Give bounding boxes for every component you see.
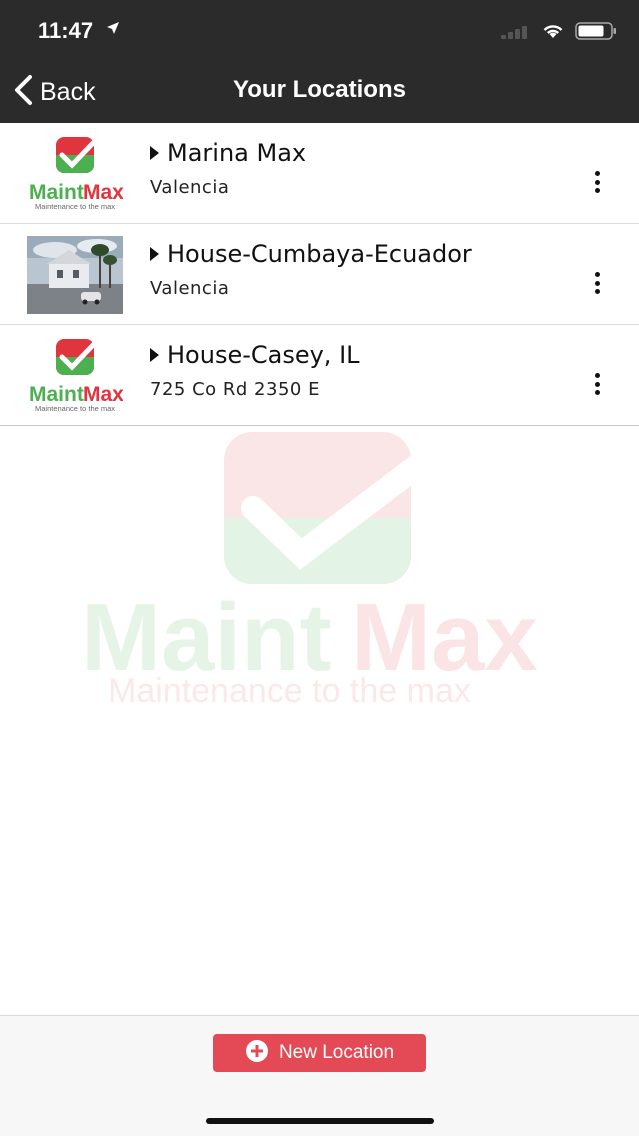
new-location-button[interactable]: New Location [213,1034,426,1072]
location-name: House-Casey, IL [150,341,360,369]
home-indicator[interactable] [206,1118,434,1124]
svg-text:Max: Max [83,383,123,406]
svg-text:Maint: Maint [29,383,84,406]
list-item[interactable]: Maint Max Maintenance to the max House-C… [0,325,639,426]
locations-list: Maint Max Maintenance to the max Marina … [0,123,639,426]
house-photo-thumbnail [27,236,123,314]
location-name: House-Cumbaya-Ecuador [150,240,472,268]
location-subtitle: Valencia [150,177,230,198]
location-subtitle: 725 Co Rd 2350 E [150,379,320,400]
signal-icon [501,24,531,43]
wifi-icon [541,23,565,43]
bottom-toolbar: New Location [0,1015,639,1136]
svg-text:Maintenance to the max: Maintenance to the max [35,202,115,211]
maintmax-logo-thumbnail: Maint Max Maintenance to the max [27,337,124,415]
svg-text:Maintenance to the max: Maintenance to the max [35,404,115,413]
more-options-icon[interactable] [591,171,603,193]
list-item[interactable]: House-Cumbaya-Ecuador Valencia [0,224,639,325]
navigation-bar: Back Your Locations [0,60,639,123]
more-options-icon[interactable] [591,373,603,395]
page-title: Your Locations [233,76,406,103]
location-arrow-icon [106,20,120,39]
battery-icon [575,22,617,44]
maintmax-watermark-logo: Maint Max Maintenance to the max [75,430,565,720]
status-bar: 11:47 [0,0,639,60]
expand-caret-icon [150,247,159,261]
status-time: 11:47 [38,18,94,43]
location-name: Marina Max [150,139,306,167]
svg-text:Maintenance to the max: Maintenance to the max [108,672,471,710]
status-indicators [501,22,617,44]
plus-circle-icon [245,1039,269,1067]
list-item[interactable]: Maint Max Maintenance to the max Marina … [0,123,639,224]
expand-caret-icon [150,146,159,160]
expand-caret-icon [150,348,159,362]
new-location-label: New Location [278,1042,395,1063]
svg-text:Maint: Maint [29,181,84,204]
svg-text:Max: Max [83,181,123,204]
maintmax-logo-thumbnail: Maint Max Maintenance to the max [27,135,124,213]
location-subtitle: Valencia [150,278,230,299]
more-options-icon[interactable] [591,272,603,294]
